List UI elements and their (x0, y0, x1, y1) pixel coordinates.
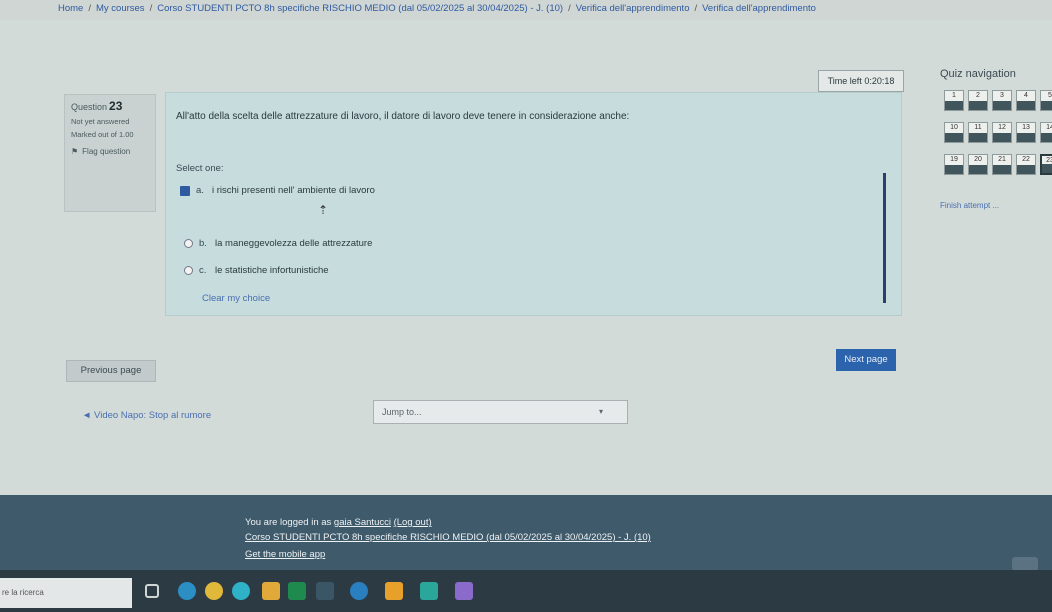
taskbar-search-input[interactable]: re la ricerca (0, 578, 132, 608)
radio-a[interactable] (180, 185, 190, 196)
edge-icon[interactable] (178, 582, 196, 600)
question-number-value: 23 (109, 99, 123, 113)
nav-question-22[interactable]: 22 (1016, 154, 1036, 175)
option-letter: c. (199, 265, 207, 276)
breadcrumb-home[interactable]: Home (58, 3, 83, 14)
store-icon[interactable] (350, 582, 368, 600)
previous-activity-link[interactable]: ◄ Video Napo: Stop al rumore (82, 410, 211, 421)
chevron-down-icon: ▾ (598, 407, 603, 416)
option-text: la maneggevolezza delle attrezzature (215, 238, 373, 249)
question-status: Not yet answered (71, 117, 130, 126)
next-page-button[interactable]: Next page (836, 349, 896, 371)
login-info: You are logged in as gaia Santucci (Log … (245, 517, 432, 528)
logged-in-text: You are logged in as (245, 517, 334, 528)
folder-icon[interactable] (262, 582, 280, 600)
flag-icon: ⚑ (71, 147, 79, 156)
question-text: All'atto della scelta delle attrezzature… (176, 111, 630, 122)
nav-question-3[interactable]: 3 (992, 90, 1012, 111)
nav-question-23[interactable]: 23 (1040, 154, 1052, 175)
time-left: Time left 0:20:18 (818, 70, 904, 92)
breadcrumb-separator: / (149, 3, 153, 14)
flag-question-label: Flag question (82, 147, 131, 156)
nav-question-20[interactable]: 20 (968, 154, 988, 175)
scrollbar[interactable] (883, 173, 886, 303)
option-text: i rischi presenti nell' ambiente di lavo… (212, 185, 375, 196)
nav-question-2[interactable]: 2 (968, 90, 988, 111)
quiz-navigation-title: Quiz navigation (940, 68, 1016, 80)
mouse-cursor-icon: ⇡ (318, 203, 329, 217)
question-number: Question 23 (71, 99, 149, 113)
jump-to-select[interactable]: Jump to... ▾ (373, 400, 628, 424)
browser-icon[interactable] (232, 582, 250, 600)
select-one-label: Select one: (176, 163, 224, 174)
question-info: Question 23 Not yet answered Marked out o… (64, 94, 156, 212)
clear-choice-link[interactable]: Clear my choice (202, 293, 270, 304)
chat-icon[interactable] (1012, 557, 1038, 571)
app-icon[interactable] (316, 582, 334, 600)
nav-question-21[interactable]: 21 (992, 154, 1012, 175)
question-box: All'atto della scelta delle attrezzature… (165, 92, 902, 316)
option-letter: a. (196, 185, 204, 196)
option-text: le statistiche infortunistiche (215, 265, 329, 276)
media-icon[interactable] (420, 582, 438, 600)
task-view-icon[interactable] (145, 584, 159, 598)
radio-c[interactable] (184, 266, 193, 275)
breadcrumb-my-courses[interactable]: My courses (96, 3, 145, 14)
nav-question-13[interactable]: 13 (1016, 122, 1036, 143)
nav-question-11[interactable]: 11 (968, 122, 988, 143)
breadcrumb: Home / My courses / Corso STUDENTI PCTO 8h s… (58, 0, 1052, 20)
mobile-app-link[interactable]: Get the mobile app (245, 549, 325, 560)
breadcrumb-separator: / (88, 3, 91, 14)
page-footer: You are logged in as gaia Santucci (Log … (0, 495, 1052, 577)
answer-option-c[interactable]: c. le statistiche infortunistiche (184, 265, 329, 276)
breadcrumb-section[interactable]: Verifica dell'apprendimento (576, 3, 690, 14)
logout-link[interactable]: (Log out) (394, 517, 432, 528)
previous-page-button[interactable]: Previous page (66, 360, 156, 382)
os-taskbar: re la ricerca (0, 570, 1052, 612)
chrome-icon[interactable] (205, 582, 223, 600)
flag-question[interactable]: ⚑ Flag question (71, 147, 149, 156)
breadcrumb-separator: / (694, 3, 698, 14)
footer-course-label: Corso STUDENTI PCTO 8h specifiche RISCHI… (245, 532, 651, 543)
nav-question-5[interactable]: 5 (1040, 90, 1052, 111)
game-icon[interactable] (385, 582, 403, 600)
nav-question-14[interactable]: 14 (1040, 122, 1052, 143)
nav-question-4[interactable]: 4 (1016, 90, 1036, 111)
footer-course-link[interactable]: Corso STUDENTI PCTO 8h specifiche RISCHI… (245, 532, 651, 543)
user-link[interactable]: gaia Santucci (334, 517, 391, 528)
answer-option-a[interactable]: a. i rischi presenti nell' ambiente di l… (180, 185, 375, 196)
nav-question-19[interactable]: 19 (944, 154, 964, 175)
photos-icon[interactable] (455, 582, 473, 600)
breadcrumb-quiz[interactable]: Verifica dell'apprendimento (702, 3, 816, 14)
question-marks: Marked out of 1.00 (71, 130, 134, 139)
radio-b[interactable] (184, 239, 193, 248)
jump-to-placeholder: Jump to... (382, 407, 422, 417)
spreadsheet-icon[interactable] (288, 582, 306, 600)
finish-attempt-link[interactable]: Finish attempt ... (940, 201, 999, 210)
answer-option-b[interactable]: b. la maneggevolezza delle attrezzature (184, 238, 372, 249)
question-label: Question (71, 102, 108, 112)
breadcrumb-course[interactable]: Corso STUDENTI PCTO 8h specifiche RISCHI… (157, 3, 563, 14)
mobile-app-label: Get the mobile app (245, 549, 326, 560)
breadcrumb-separator: / (568, 3, 571, 14)
nav-question-12[interactable]: 12 (992, 122, 1012, 143)
nav-question-1[interactable]: 1 (944, 90, 964, 111)
nav-question-10[interactable]: 10 (944, 122, 964, 143)
option-letter: b. (199, 238, 207, 249)
